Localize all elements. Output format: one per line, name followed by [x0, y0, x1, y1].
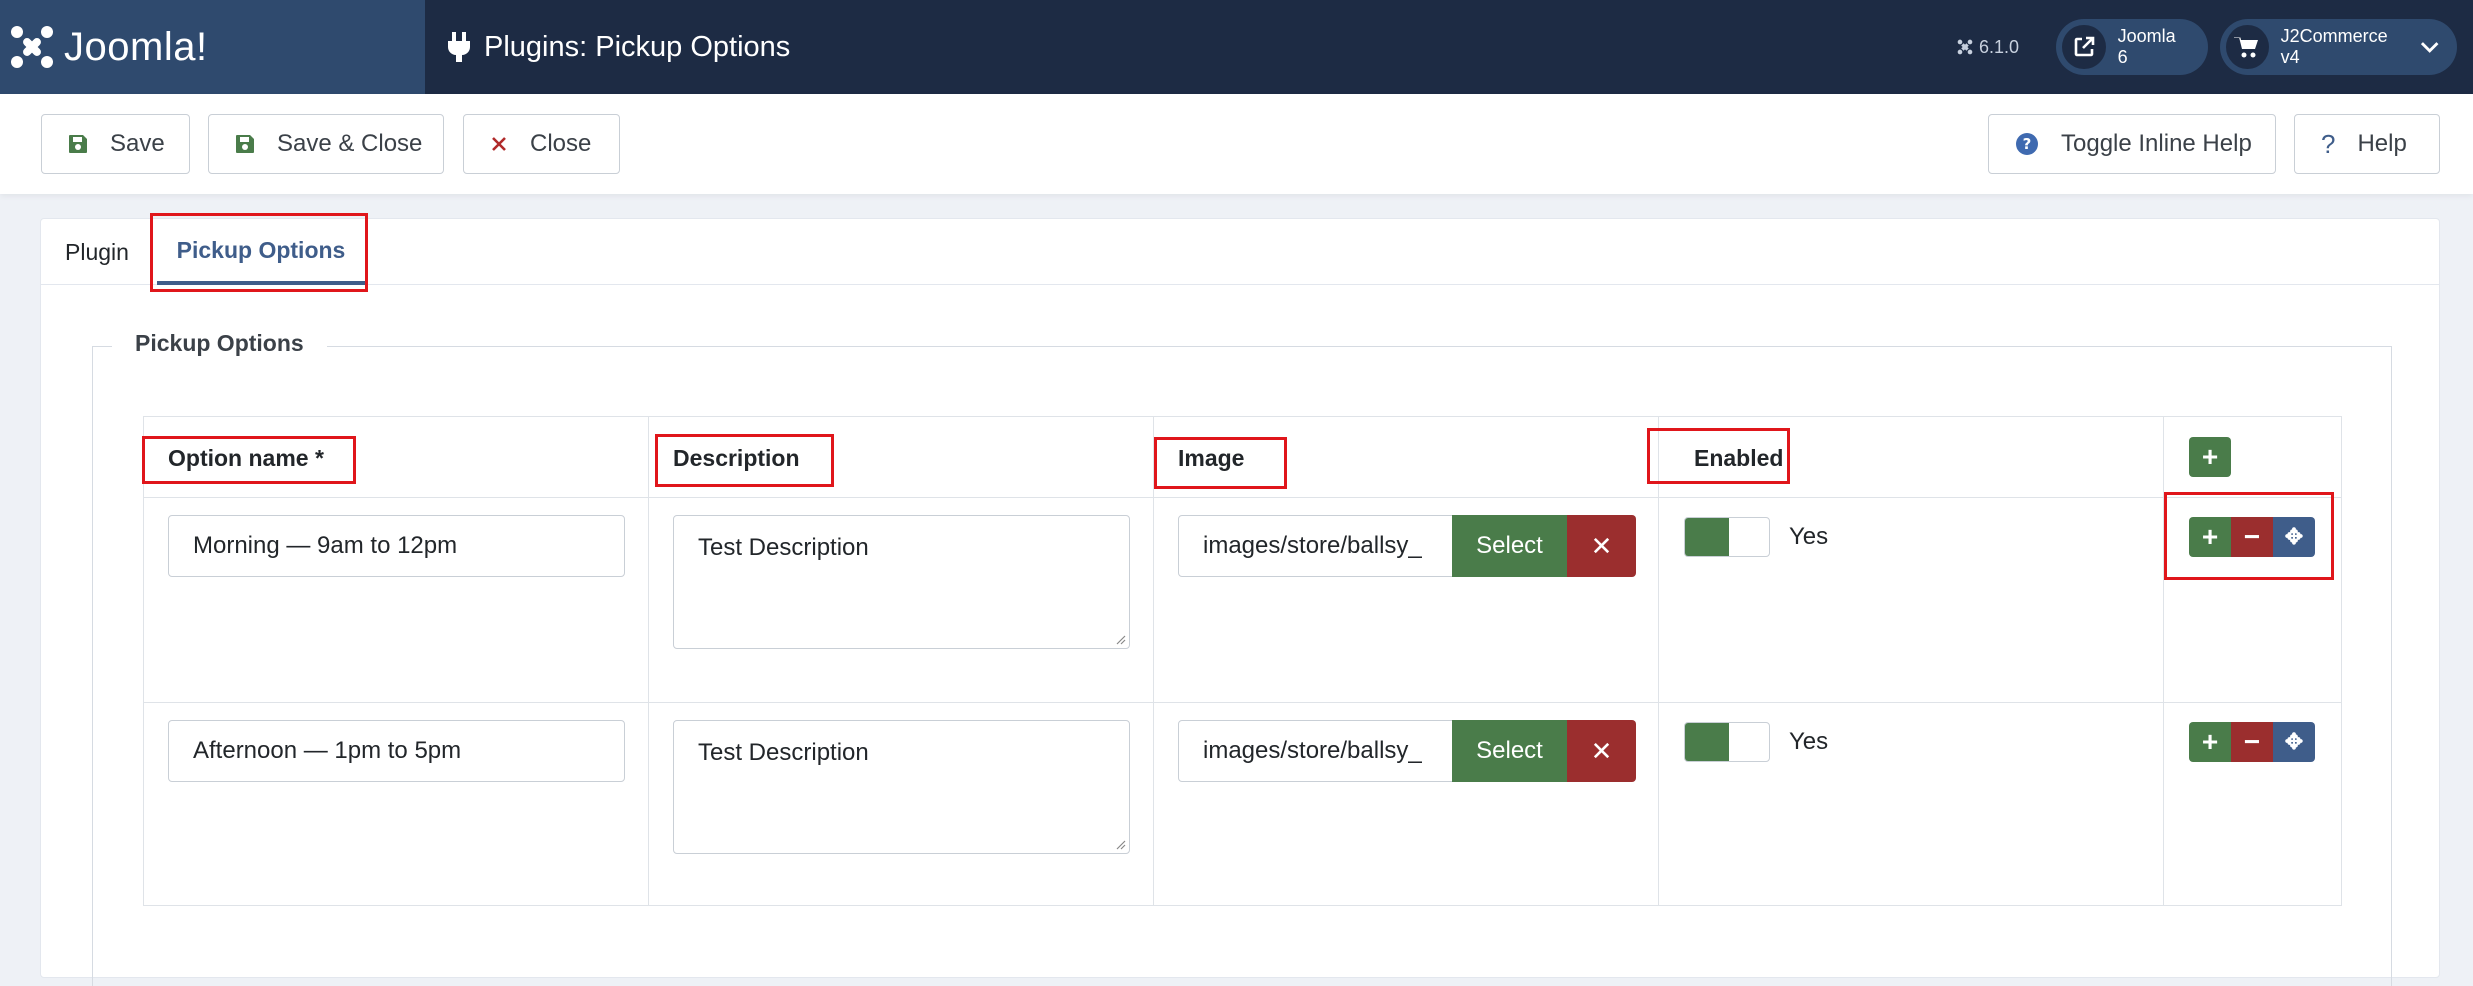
pickup-options-table: Option name * Description Image Enabled … — [143, 416, 2342, 906]
column-header-option-name: Option name * — [168, 445, 324, 471]
toolbar: Save Save & Close Close ? Toggle Inline … — [0, 94, 2473, 194]
help-button[interactable]: ? Help — [2294, 114, 2440, 174]
question-circle-icon: ? — [2015, 132, 2039, 156]
enabled-label: Yes — [1789, 523, 1829, 550]
plug-icon — [448, 32, 470, 62]
site-link-label: Joomla 6 — [2117, 26, 2176, 67]
enabled-switch[interactable] — [1684, 517, 1770, 557]
close-icon — [490, 135, 508, 153]
close-icon: ✕ — [1590, 530, 1613, 561]
plugin-edit-card: Plugin Pickup Options Pickup Options Opt… — [40, 218, 2440, 986]
toggle-inline-help-label: Toggle Inline Help — [2061, 130, 2252, 157]
image-select-button[interactable]: Select — [1452, 515, 1567, 577]
add-row-button[interactable]: + — [2189, 437, 2231, 477]
site-link-button[interactable]: Joomla 6 — [2056, 19, 2208, 75]
option-name-input[interactable]: Morning — 9am to 12pm — [168, 515, 625, 577]
joomla-small-icon — [1957, 39, 1973, 55]
component-menu-button[interactable]: J2Commerce v4 — [2220, 19, 2457, 75]
page-title-text: Plugins: Pickup Options — [484, 30, 791, 63]
question-icon: ? — [2321, 128, 2336, 159]
tab-pickup-options[interactable]: Pickup Options — [157, 219, 365, 285]
close-icon: ✕ — [1590, 735, 1613, 766]
fieldset-legend: Pickup Options — [112, 330, 327, 357]
logo-text: Joomla! — [64, 24, 208, 69]
remove-row-button[interactable]: − — [2231, 517, 2273, 557]
svg-text:?: ? — [2023, 135, 2032, 153]
enabled-label: Yes — [1789, 728, 1829, 755]
minus-icon: − — [2243, 726, 2261, 757]
move-icon: ✥ — [2284, 524, 2304, 549]
image-path-input[interactable]: images/store/ballsy_ — [1178, 515, 1454, 577]
chevron-down-icon — [2420, 42, 2439, 53]
remove-row-button[interactable]: − — [2231, 722, 2273, 762]
image-select-button[interactable]: Select — [1452, 720, 1567, 782]
tab-bar: Plugin Pickup Options — [41, 219, 2439, 285]
toggle-inline-help-button[interactable]: ? Toggle Inline Help — [1988, 114, 2276, 174]
save-icon — [235, 134, 255, 154]
plus-icon: + — [2201, 726, 2219, 757]
move-row-handle[interactable]: ✥ — [2273, 517, 2315, 557]
component-menu-label: J2Commerce v4 — [2280, 26, 2388, 67]
column-header-description: Description — [673, 445, 800, 471]
save-close-button[interactable]: Save & Close — [208, 114, 444, 174]
column-header-image: Image — [1178, 445, 1245, 471]
tab-plugin[interactable]: Plugin — [65, 219, 129, 285]
description-text: Test Description — [698, 534, 869, 561]
image-clear-button[interactable]: ✕ — [1567, 720, 1636, 782]
joomla-version: 6.1.0 — [1957, 0, 2019, 94]
option-name-input[interactable]: Afternoon — 1pm to 5pm — [168, 720, 625, 782]
joomla-logo-icon — [11, 26, 53, 68]
external-link-icon — [2062, 25, 2106, 69]
move-row-handle[interactable]: ✥ — [2273, 722, 2315, 762]
save-label: Save — [110, 130, 165, 157]
save-button[interactable]: Save — [41, 114, 190, 174]
minus-icon: − — [2243, 521, 2261, 552]
plus-icon: + — [2201, 441, 2219, 472]
resize-grip-icon[interactable] — [1116, 635, 1126, 645]
save-icon — [68, 134, 88, 154]
plus-icon: + — [2201, 521, 2219, 552]
help-label: Help — [2357, 130, 2407, 157]
description-textarea[interactable]: Test Description — [673, 720, 1130, 854]
save-close-label: Save & Close — [277, 130, 423, 157]
description-text: Test Description — [698, 739, 869, 766]
column-header-enabled: Enabled — [1694, 445, 1784, 471]
joomla-logo[interactable]: Joomla! — [0, 0, 425, 94]
app-header: Joomla! Plugins: Pickup Options 6.1.0 Jo… — [0, 0, 2473, 94]
resize-grip-icon[interactable] — [1116, 840, 1126, 850]
enabled-switch[interactable] — [1684, 722, 1770, 762]
page-title: Plugins: Pickup Options — [448, 0, 790, 94]
close-label: Close — [530, 130, 592, 157]
image-path-input[interactable]: images/store/ballsy_ — [1178, 720, 1454, 782]
close-button[interactable]: Close — [463, 114, 620, 174]
cart-icon — [2226, 25, 2269, 69]
image-clear-button[interactable]: ✕ — [1567, 515, 1636, 577]
description-textarea[interactable]: Test Description — [673, 515, 1130, 649]
move-icon: ✥ — [2284, 729, 2304, 754]
add-after-button[interactable]: + — [2189, 517, 2231, 557]
version-text: 6.1.0 — [1979, 36, 2020, 57]
add-after-button[interactable]: + — [2189, 722, 2231, 762]
